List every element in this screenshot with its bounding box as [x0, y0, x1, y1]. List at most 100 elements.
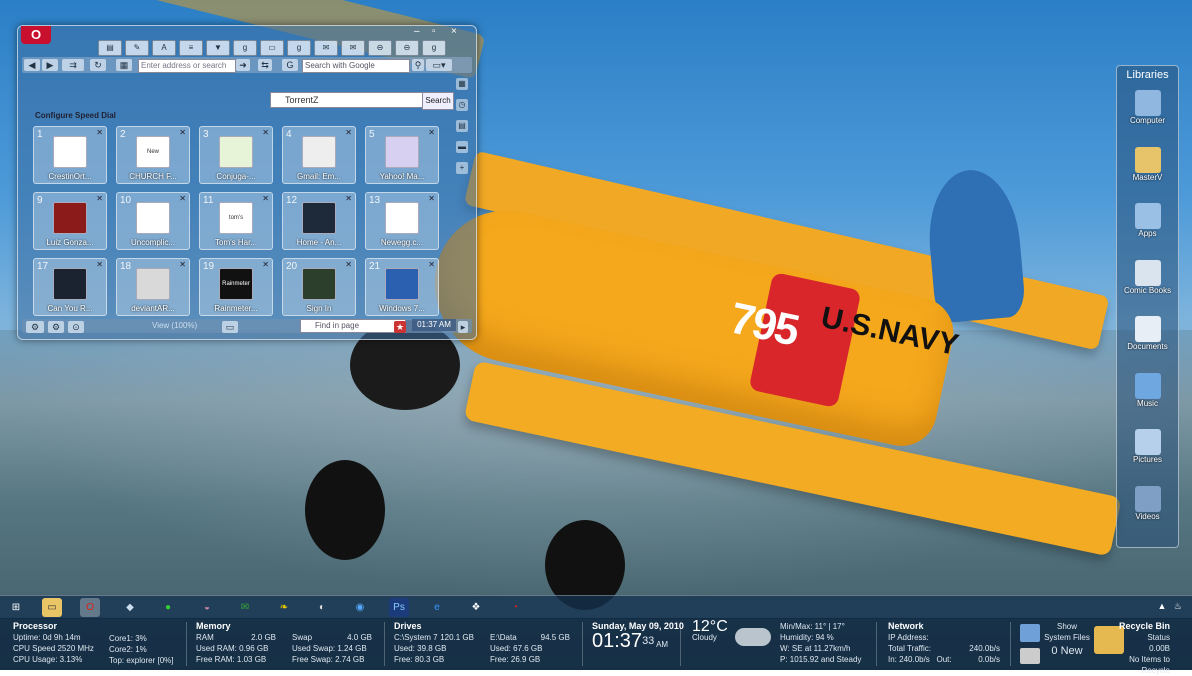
close-icon[interactable]: ✕ [179, 194, 186, 203]
zoom-select[interactable]: ▭▾ [426, 59, 452, 71]
close-icon[interactable]: ✕ [345, 194, 352, 203]
tab-icon[interactable]: A [152, 40, 176, 56]
rss-icon[interactable]: ⇆ [258, 59, 272, 71]
history-icon[interactable]: ◷ [456, 99, 468, 111]
speed-dial-tile[interactable]: 10 ✕ Uncomplic... [116, 192, 190, 250]
system-files-label[interactable]: System Files [1044, 632, 1090, 643]
close-icon[interactable]: ✕ [262, 260, 269, 269]
show-label[interactable]: Show [1044, 621, 1090, 632]
speed-dial-tile[interactable]: 9 ✕ Luiz Gonza... [33, 192, 107, 250]
close-icon[interactable]: ✕ [428, 260, 435, 269]
search-icon[interactable]: ⚲ [412, 59, 424, 71]
reload-icon[interactable]: ↻ [90, 59, 106, 71]
library-item[interactable]: Pictures [1117, 427, 1178, 477]
speed-dial-tile[interactable]: 11 ✕ tom's Tom's Har... [199, 192, 273, 250]
view-zoom-label[interactable]: View (100%) [152, 321, 197, 330]
add-icon[interactable]: + [456, 162, 468, 174]
tab-icon[interactable]: g [233, 40, 257, 56]
library-item[interactable]: Music [1117, 371, 1178, 421]
tab-icon[interactable]: g [422, 40, 446, 56]
tab-icon[interactable]: ✉ [341, 40, 365, 56]
library-item[interactable]: Videos [1117, 484, 1178, 534]
library-item[interactable]: Comic Books [1117, 258, 1178, 308]
library-item[interactable]: Apps [1117, 201, 1178, 251]
opera-menu-button[interactable]: O [21, 26, 51, 44]
close-icon[interactable]: ✕ [262, 194, 269, 203]
close-icon[interactable]: ✕ [262, 128, 269, 137]
tab-icon[interactable]: ≡ [179, 40, 203, 56]
speed-dial-icon[interactable]: ▦ [116, 59, 132, 71]
speed-dial-tile[interactable]: 18 ✕ deviantAR... [116, 258, 190, 316]
feather-icon[interactable]: ❧ [274, 598, 294, 617]
tab-icon[interactable]: ▤ [98, 40, 122, 56]
globe-app-icon[interactable]: ◐ [312, 598, 332, 617]
start-button[interactable]: ⊞ [6, 598, 26, 617]
panel-toggle-icon[interactable]: ⚙ [26, 321, 44, 333]
google-icon[interactable]: G [282, 59, 298, 71]
close-window-button[interactable]: × [451, 26, 457, 37]
turbo-icon[interactable]: ⚙ [48, 321, 64, 333]
close-icon[interactable]: ✕ [179, 260, 186, 269]
speed-dial-search-button[interactable]: Search [422, 92, 454, 110]
green-app-icon[interactable]: ● [158, 598, 178, 617]
close-icon[interactable]: ✕ [96, 194, 103, 203]
close-icon[interactable]: ✕ [96, 128, 103, 137]
rainmeter-icon[interactable]: ◆ [120, 598, 140, 617]
tab-icon[interactable]: ⊖ [395, 40, 419, 56]
close-icon[interactable]: ✕ [179, 128, 186, 137]
tray-icons[interactable]: ▲ ♨ [1158, 601, 1182, 612]
close-icon[interactable]: ✕ [96, 260, 103, 269]
panel-icon[interactable]: ▦ [456, 78, 468, 90]
speed-dial-tile[interactable]: 2 ✕ New Advent CHURCH F... [116, 126, 190, 184]
forward-button[interactable]: ▶ [42, 59, 58, 71]
speed-dial-tile[interactable]: 12 ✕ Home - An... [282, 192, 356, 250]
tab-icon[interactable]: g [287, 40, 311, 56]
close-icon[interactable]: ✕ [345, 128, 352, 137]
close-icon[interactable]: ✕ [428, 194, 435, 203]
browser-window[interactable]: O – ▫ × ▤ ✎ A ≡ ▼ g ▭ g ✉ ✉ ⊖ ⊖ g ◀ ▶ ⇉ … [17, 25, 477, 340]
tab-icon[interactable]: ⊖ [368, 40, 392, 56]
app-icon[interactable]: ◒ [197, 598, 217, 617]
search-input[interactable]: Search with Google [302, 59, 410, 73]
tab-icon[interactable]: ▭ [260, 40, 284, 56]
configure-speed-dial-link[interactable]: Configure Speed Dial [35, 111, 116, 120]
notes-icon[interactable]: ▤ [456, 120, 468, 132]
chat-icon[interactable]: ❖ [466, 598, 486, 617]
app-red-icon[interactable]: ◔ [505, 598, 525, 617]
opera-taskbar-icon[interactable]: O [80, 598, 100, 617]
speed-dial-tile[interactable]: 17 ✕ Can You R... [33, 258, 107, 316]
image-icon[interactable]: ▭ [222, 321, 238, 333]
tab-icon[interactable]: ▼ [206, 40, 230, 56]
library-item[interactable]: Computer [1117, 88, 1178, 138]
fast-forward-button[interactable]: ⇉ [62, 59, 84, 71]
speed-dial-search-input[interactable]: TorrentZ [270, 92, 434, 108]
speed-dial-tile[interactable]: 1 ✕ CrestinOrt... [33, 126, 107, 184]
library-item[interactable]: MasterV [1117, 145, 1178, 195]
address-input[interactable]: Enter address or search [138, 59, 236, 73]
speed-dial-tile[interactable]: 19 ✕ Rainmeter Rainmeter... [199, 258, 273, 316]
ie-icon[interactable]: e [427, 598, 447, 617]
tab-icon[interactable]: ✉ [314, 40, 338, 56]
speed-dial-tile[interactable]: 4 ✕ Gmail: Em... [282, 126, 356, 184]
tab-icon[interactable]: ✎ [125, 40, 149, 56]
mail-app-icon[interactable]: ✉ [235, 598, 255, 617]
library-item[interactable]: Documents [1117, 314, 1178, 364]
speed-dial-tile[interactable]: 21 ✕ Windows 7... [365, 258, 439, 316]
bookmark-icon[interactable]: ★ [394, 321, 406, 333]
close-icon[interactable]: ✕ [428, 128, 435, 137]
minimize-button[interactable]: – [414, 26, 420, 37]
system-files-icon[interactable] [1020, 624, 1040, 642]
expand-icon[interactable]: ▸ [458, 321, 468, 333]
speed-dial-tile[interactable]: 3 ✕ Conjuga-... [199, 126, 273, 184]
speed-dial-tile[interactable]: 13 ✕ Newegg.c... [365, 192, 439, 250]
close-icon[interactable]: ✕ [345, 260, 352, 269]
speed-dial-tile[interactable]: 5 ✕ Yahoo! Ma... [365, 126, 439, 184]
find-in-page-input[interactable]: Find in page [300, 319, 406, 333]
go-button[interactable]: ➜ [236, 59, 250, 71]
explorer-icon[interactable]: ▭ [42, 598, 62, 617]
unite-icon[interactable]: ⊙ [68, 321, 84, 333]
maximize-button[interactable]: ▫ [432, 26, 436, 37]
mail-icon[interactable] [1020, 648, 1040, 664]
photoshop-icon[interactable]: Ps [389, 598, 409, 617]
downloads-icon[interactable]: ▬ [456, 141, 468, 153]
